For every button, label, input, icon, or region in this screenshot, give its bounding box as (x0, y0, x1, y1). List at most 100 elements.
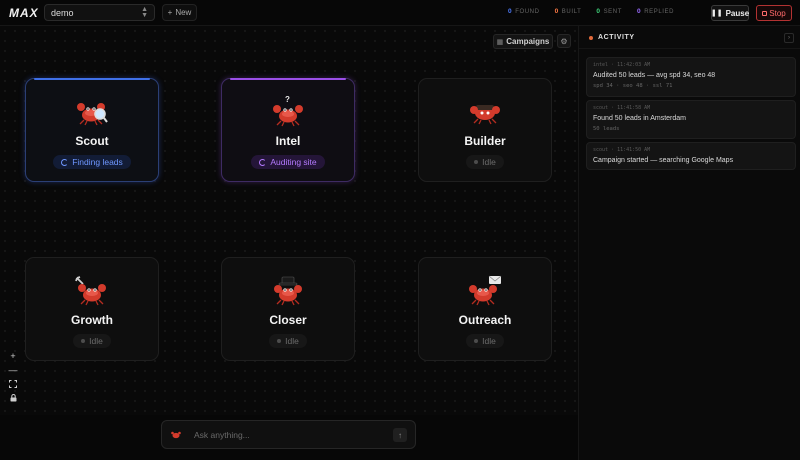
stat-built-count: 0 (554, 8, 559, 15)
idle-dot-icon (277, 339, 282, 343)
divider (579, 48, 800, 49)
pause-button[interactable]: ❚❚ Pause (711, 5, 749, 21)
app-logo: MAX (9, 6, 39, 20)
arrow-up-icon: ↑ (398, 430, 402, 440)
stat-built-label: BUILT (561, 8, 582, 15)
plus-icon: + (167, 8, 173, 17)
agent-name: Intel (275, 134, 301, 148)
activity-item-detail: 50 leads (593, 126, 620, 132)
activity-item-text: Found 50 leads in Amsterdam (593, 115, 686, 122)
stat-sent: 0 SENT (596, 8, 622, 15)
idle-dot-icon (474, 339, 479, 343)
activity-item-text: Audited 50 leads — avg spd 34, seo 48 (593, 72, 716, 79)
chevron-right-icon: › (788, 35, 790, 41)
chat-input-bar[interactable]: Ask anything... ↑ (161, 420, 416, 449)
collapse-panel-button[interactable]: › (784, 33, 794, 43)
agent-status-badge: Idle (466, 155, 504, 169)
agent-status-badge: Idle (466, 334, 504, 348)
idle-dot-icon (81, 339, 86, 343)
stop-button[interactable]: Stop (756, 5, 792, 21)
activity-header: ACTIVITY (589, 34, 635, 41)
live-dot-icon (589, 35, 593, 40)
activity-item-meta: scout · 11:41:58 AM (593, 105, 651, 111)
agent-card-builder[interactable]: Builder Idle (418, 78, 552, 182)
fit-view-button[interactable] (7, 378, 19, 390)
activity-item[interactable]: scout · 11:41:50 AM Campaign started — s… (586, 142, 796, 170)
stat-found-label: FOUND (515, 8, 540, 15)
agent-status-badge: Idle (73, 334, 111, 348)
wrench-crab-icon (75, 276, 106, 306)
lock-button[interactable] (7, 392, 19, 404)
agent-status-text: Idle (482, 157, 496, 167)
agent-card-intel[interactable]: ? Intel Auditing site (221, 78, 355, 182)
activity-item-text: Campaign started — searching Google Maps (593, 157, 734, 164)
lock-icon (10, 394, 16, 402)
agent-status-badge: Finding leads (53, 155, 131, 169)
activity-item-meta: scout · 11:41:50 AM (593, 147, 651, 153)
zoom-in-icon: + (10, 351, 16, 361)
stat-sent-label: SENT (603, 8, 622, 15)
agent-card-outreach[interactable]: Outreach Idle (418, 257, 552, 361)
agent-name: Closer (269, 313, 307, 327)
grid-icon: ▦ (496, 38, 504, 46)
spinner-icon (61, 158, 69, 166)
question-crab-icon: ? (273, 95, 303, 127)
stat-found-count: 0 (508, 8, 513, 15)
idle-dot-icon (474, 160, 479, 164)
stop-icon (762, 10, 768, 16)
zoom-in-button[interactable]: + (7, 350, 19, 362)
activity-panel: ACTIVITY › intel · 11:42:03 AM Audited 5… (578, 26, 800, 460)
agent-status-text: Idle (89, 336, 103, 346)
settings-button[interactable]: ⚙ (557, 34, 571, 48)
builder-crab-icon (470, 105, 500, 125)
campaigns-button[interactable]: ▦ Campaigns (493, 34, 553, 49)
campaign-select-value: demo (51, 7, 74, 18)
chevron-updown-icon: ▲ ▼ (141, 5, 148, 19)
svg-text:?: ? (285, 95, 290, 104)
agent-name: Builder (464, 134, 506, 148)
stat-sent-count: 0 (596, 8, 601, 15)
zoom-out-button[interactable]: — (7, 364, 19, 376)
agent-name: Outreach (458, 313, 512, 327)
agent-card-closer[interactable]: Closer Idle (221, 257, 355, 361)
new-campaign-button[interactable]: + New (162, 4, 197, 21)
hat-crab-icon (274, 276, 302, 306)
activity-item[interactable]: scout · 11:41:58 AM Found 50 leads in Am… (586, 100, 796, 139)
pause-icon: ❚❚ (710, 10, 723, 17)
mail-crab-icon (469, 275, 502, 306)
chat-input-placeholder[interactable]: Ask anything... (194, 430, 250, 440)
agent-card-scout[interactable]: Scout Finding leads (25, 78, 159, 182)
activity-item-detail: spd 34 · seo 48 · ssl 71 (593, 83, 673, 89)
agent-name: Growth (71, 313, 113, 327)
stat-built: 0 BUILT (555, 8, 582, 15)
campaigns-label: Campaigns (506, 37, 550, 46)
zoom-out-icon: — (8, 365, 18, 375)
activity-item[interactable]: intel · 11:42:03 AM Audited 50 leads — a… (586, 57, 796, 97)
agent-card-growth[interactable]: Growth Idle (25, 257, 159, 361)
pause-label: Pause (725, 8, 750, 18)
top-bar: MAX demo ▲ ▼ + New 0 FOUND 0 BUILT 0 SENT… (0, 0, 800, 26)
spinner-icon (259, 158, 267, 166)
stats-bar: 0 FOUND 0 BUILT 0 SENT 0 REPLIED (508, 8, 674, 15)
activity-item-meta: intel · 11:42:03 AM (593, 62, 651, 68)
gear-icon: ⚙ (560, 36, 568, 46)
agent-status-text: Auditing site (270, 157, 317, 167)
stat-found: 0 FOUND (508, 8, 540, 15)
stat-replied: 0 REPLIED (637, 8, 674, 15)
stat-replied-label: REPLIED (644, 8, 675, 15)
stat-replied-count: 0 (636, 8, 642, 15)
agent-status-text: Idle (482, 336, 496, 346)
agent-status-badge: Auditing site (251, 155, 325, 169)
stop-label: Stop (769, 8, 786, 18)
send-button[interactable]: ↑ (393, 428, 407, 442)
agent-name: Scout (75, 134, 109, 148)
new-campaign-label: New (175, 8, 192, 17)
campaign-select[interactable]: demo ▲ ▼ (44, 4, 155, 21)
agent-status-badge: Idle (269, 334, 307, 348)
agent-status-text: Finding leads (72, 157, 123, 167)
activity-title: ACTIVITY (598, 34, 635, 41)
agent-status-text: Idle (285, 336, 299, 346)
magnifier-crab-icon (77, 103, 108, 126)
crab-avatar-icon (171, 431, 181, 439)
fit-view-icon (9, 380, 17, 388)
